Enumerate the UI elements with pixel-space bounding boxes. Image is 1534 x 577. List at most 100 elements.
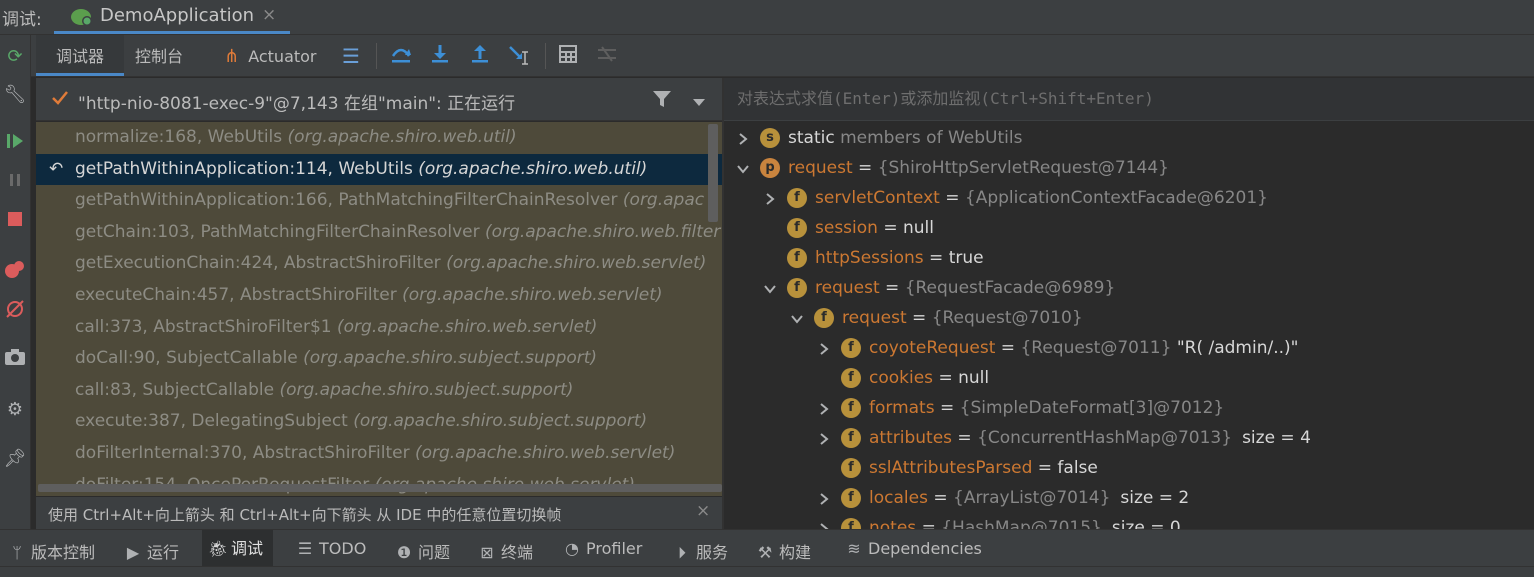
tool-debug[interactable]: 🐞︎ 调试 (202, 530, 274, 567)
variable-row[interactable]: f notes = {HashMap@7015} size = 0 (819, 513, 1534, 529)
stack-frame-row[interactable]: call:83, SubjectCallable (org.apache.shi… (36, 375, 722, 406)
variable-row[interactable]: f httpSessions = true (765, 243, 1525, 273)
variable-row[interactable]: s static members of WebUtils (738, 123, 1498, 153)
pause-icon[interactable] (3, 171, 27, 195)
status-bar (0, 566, 1534, 577)
stack-frame-row[interactable]: execute:387, DelegatingSubject (org.apac… (36, 406, 722, 437)
stack-frame-row[interactable]: getChain:103, PathMatchingFilterChainRes… (36, 217, 722, 248)
step-into-icon[interactable] (428, 44, 452, 68)
mute-breakpoints-icon[interactable] (3, 298, 27, 322)
collapse-arrow-icon[interactable] (734, 153, 752, 183)
tool-vcs[interactable]: ᛘ 版本控制 (8, 539, 95, 563)
camera-icon[interactable] (3, 348, 27, 372)
tool-profiler[interactable]: ◔ Profiler (563, 539, 642, 558)
close-tab-icon[interactable]: × (262, 5, 276, 25)
variable-row[interactable]: f sslAttributesParsed = false (819, 453, 1534, 483)
variable-row[interactable]: f coyoteRequest = {Request@7011} "R( /adm… (819, 333, 1534, 363)
tool-terminal-label: 终端 (501, 543, 534, 562)
frames-horizontal-scrollbar[interactable] (38, 484, 722, 492)
stack-frame-row[interactable]: doFilter:154, OncePerRequestFilter (org.… (36, 470, 722, 496)
frame-method: doFilterInternal:370, AbstractShiroFilte… (75, 443, 415, 463)
expand-arrow-icon[interactable] (815, 423, 833, 453)
layout-menu-icon[interactable]: ☰ (339, 44, 363, 68)
tool-problems-label: 问题 (418, 543, 451, 562)
evaluate-expression-input[interactable] (737, 89, 1517, 108)
variable-row[interactable]: p request = {ShiroHttpServletRequest@7144… (737, 153, 1498, 183)
equals-sign: = (952, 428, 978, 448)
wrench-icon[interactable]: 🔧︎ (3, 83, 27, 107)
variable-label: request = {RequestFacade@6989} (815, 273, 1115, 303)
variable-row[interactable]: f attributes = {ConcurrentHashMap@7013} si… (819, 423, 1534, 453)
variable-row[interactable]: f session = null (765, 213, 1525, 243)
variable-reference: members of WebUtils (840, 128, 1023, 148)
stack-frame-row[interactable]: doCall:90, SubjectCallable (org.apache.s… (36, 343, 722, 374)
settings-gear-icon[interactable]: ⚙ (3, 398, 27, 422)
tool-dependencies[interactable]: ≋ Dependencies (845, 539, 982, 558)
tool-services[interactable]: ⏵ 服务 (673, 539, 728, 563)
tool-run[interactable]: ▶ 运行 (124, 539, 179, 563)
view-breakpoints-icon[interactable] (3, 259, 27, 283)
resume-icon[interactable] (3, 132, 27, 156)
tab-actuator[interactable]: ⋔ Actuator (224, 35, 317, 76)
tab-debugger[interactable]: 调试器 (36, 35, 124, 76)
collapse-arrow-icon[interactable] (788, 303, 806, 333)
variable-label: sslAttributesParsed = false (869, 453, 1098, 483)
variable-name: request (815, 278, 880, 298)
stack-frame-row[interactable]: executeChain:457, AbstractShiroFilter (o… (36, 280, 722, 311)
evaluate-expression-icon[interactable] (556, 44, 580, 68)
expand-arrow-icon[interactable] (815, 483, 833, 513)
frames-vertical-scrollbar[interactable] (708, 124, 718, 222)
variable-label: servletContext = {ApplicationContextFaca… (815, 183, 1268, 213)
trace-current-stream-icon[interactable] (595, 44, 619, 68)
variable-row[interactable]: f formats = {SimpleDateFormat[3]@7012} (819, 393, 1534, 423)
tool-todo[interactable]: ☰ TODO (296, 539, 366, 558)
variable-row[interactable]: f locales = {ArrayList@7014} size = 2 (819, 483, 1534, 513)
stack-frame-row[interactable]: normalize:168, WebUtils (org.apache.shir… (36, 122, 722, 153)
stop-icon[interactable] (3, 210, 27, 234)
variable-row[interactable]: f servletContext = {ApplicationContextFac… (765, 183, 1525, 213)
tool-build[interactable]: ⚒ 构建 (756, 539, 811, 563)
expand-arrow-icon[interactable] (734, 123, 752, 153)
variable-name: cookies (869, 368, 934, 388)
stack-frame-row[interactable]: getExecutionChain:424, AbstractShiroFilt… (36, 248, 722, 279)
chevron-down-icon[interactable] (692, 93, 706, 113)
expand-arrow-icon[interactable] (815, 333, 833, 363)
frame-text: call:373, AbstractShiroFilter$1 (org.apa… (75, 312, 597, 343)
variable-row[interactable]: f cookies = null (819, 363, 1534, 393)
frame-package: (org.apache.shiro.web.util) (418, 158, 648, 179)
thread-selector[interactable]: "http-nio-8081-exec-9"@7,143 在组"main": 正… (36, 78, 722, 121)
filter-icon[interactable] (652, 89, 672, 114)
run-config-tab[interactable]: DemoApplication × (54, 0, 290, 34)
field-badge-icon: f (841, 458, 861, 478)
tool-problems[interactable]: ❶ 问题 (395, 539, 450, 563)
actuator-icon: ⋔ (224, 46, 240, 67)
stack-frame-row[interactable]: getPathWithinApplication:166, PathMatchi… (36, 185, 722, 216)
equals-sign: = (916, 518, 942, 529)
frame-text: execute:387, DelegatingSubject (org.apac… (75, 406, 647, 437)
branch-icon: ᛘ (12, 543, 22, 562)
step-out-icon[interactable] (468, 44, 492, 68)
stack-frame-row[interactable]: call:373, AbstractShiroFilter$1 (org.apa… (36, 312, 722, 343)
variable-row[interactable]: f request = {RequestFacade@6989} (764, 273, 1525, 303)
step-over-icon[interactable] (389, 44, 413, 68)
expand-arrow-icon[interactable] (815, 513, 833, 529)
variable-label: cookies = null (869, 363, 989, 393)
tab-console[interactable]: 控制台 (135, 35, 183, 76)
pin-icon[interactable]: 📌︎ (3, 447, 27, 471)
frame-package: (org.apache.shiro.web.filter (485, 221, 721, 242)
variable-reference: {RequestFacade@6989} (904, 278, 1116, 298)
collapse-arrow-icon[interactable] (761, 273, 779, 303)
variable-label: formats = {SimpleDateFormat[3]@7012} (869, 393, 1224, 423)
field-badge-icon: f (787, 248, 807, 268)
variable-row[interactable]: f request = {Request@7010} (791, 303, 1534, 333)
close-hint-icon[interactable]: × (696, 501, 710, 521)
stack-frame-row[interactable]: ↶ getPathWithinApplication:114, WebUtils … (36, 153, 722, 185)
tool-terminal[interactable]: ⊠ 终端 (478, 539, 533, 563)
rerun-icon[interactable]: ⟳ (3, 45, 27, 69)
stack-frame-row[interactable]: doFilterInternal:370, AbstractShiroFilte… (36, 438, 722, 469)
expand-arrow-icon[interactable] (761, 183, 779, 213)
field-badge-icon: f (841, 338, 861, 358)
frame-method: execute:387, DelegatingSubject (75, 411, 354, 432)
run-to-cursor-icon[interactable] (507, 44, 531, 68)
expand-arrow-icon[interactable] (815, 393, 833, 423)
